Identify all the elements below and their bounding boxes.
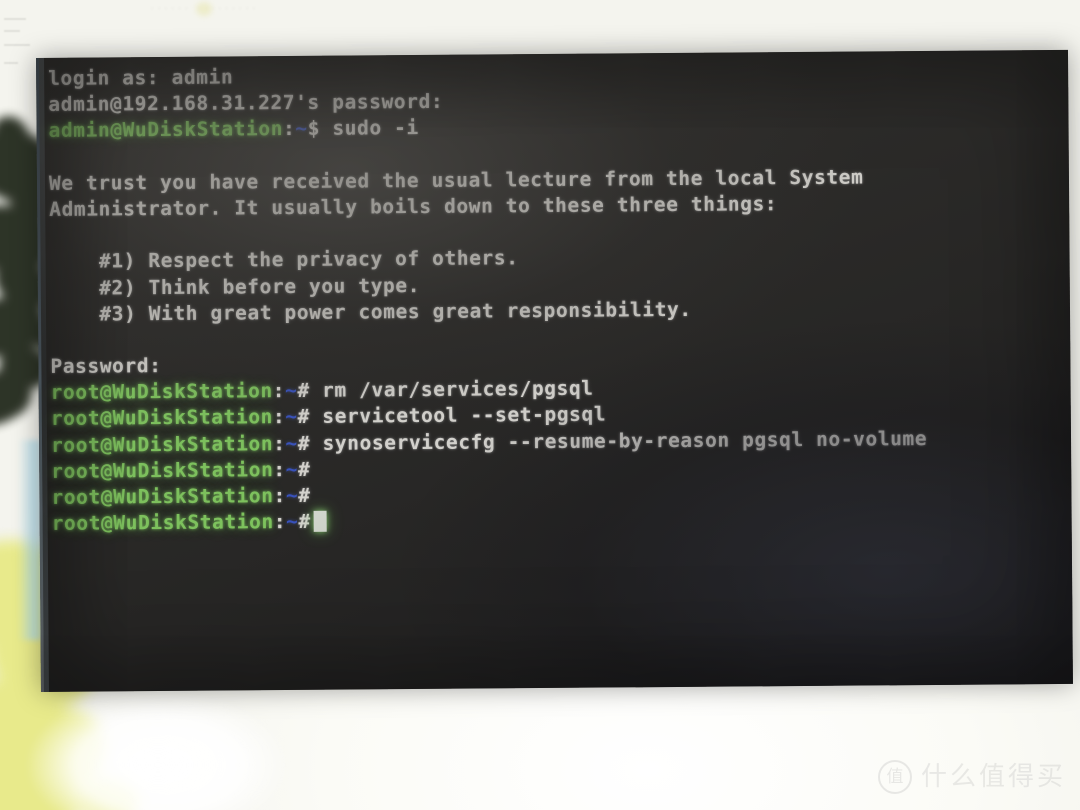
shell-command: servicetool --set-pgsql [309,402,607,429]
titlebar-bleed-text: ······ ········· [150,0,259,15]
prompt-cwd-tilde: ~ [285,457,299,481]
prompt-sigil: # [297,431,311,455]
prompt-sigil: # [297,405,311,429]
prompt-sigil: $ [307,117,321,141]
shell-prompt: root@WuDiskStation [51,510,274,536]
shell-command: synoservicecfg --resume-by-reason pgsql … [310,426,928,455]
shell-prompt: root@WuDiskStation [50,379,273,405]
prompt-sigil: # [297,379,310,403]
prompt-sigil: # [298,510,311,534]
light-halo [28,690,288,810]
site-watermark: 值 什么值得买 [877,760,1066,794]
prompt-separator: : [273,484,287,508]
shell-command: sudo -i [319,116,419,141]
terminal-text: We trust you have received the usual lec… [48,165,864,195]
shell-command: rm /var/services/pgsql [309,376,594,403]
terminal-text: #2) Think before you type. [49,273,421,300]
terminal-text: Password: [50,354,162,378]
prompt-separator: : [282,117,296,141]
shell-prompt: admin@WuDiskStation [48,117,284,143]
text-cursor [313,510,327,533]
prompt-separator: : [273,431,286,455]
prompt-separator: : [272,379,286,403]
terminal-window[interactable]: login as: admin admin@192.168.31.227's pa… [36,49,1073,692]
watermark-badge-icon: 值 [877,760,912,794]
prompt-cwd-tilde: ~ [285,431,298,455]
prompt-separator: : [272,405,286,429]
watermark-label: 什么值得买 [920,762,1066,792]
prompt-cwd-tilde: ~ [285,405,298,429]
prompt-cwd-tilde: ~ [284,379,298,403]
prompt-cwd-tilde: ~ [286,510,299,534]
terminal-output[interactable]: login as: admin admin@192.168.31.227's pa… [48,58,1066,537]
shell-prompt: root@WuDiskStation [50,431,274,457]
prompt-cwd-tilde: ~ [295,117,308,141]
titlebar-highlight [196,2,212,16]
prompt-separator: : [273,457,286,481]
shell-prompt: root@WuDiskStation [51,457,274,483]
terminal-text: #3) With great power comes great respons… [49,297,692,326]
prompt-sigil: # [298,483,311,507]
prompt-sigil: # [297,457,311,481]
terminal-text: #1) Respect the privacy of others. [49,246,519,274]
terminal-text: Administrator. It usually boils down to … [49,192,778,221]
prompt-cwd-tilde: ~ [285,483,299,508]
shell-prompt: root@WuDiskStation [50,405,274,431]
terminal-text: admin@192.168.31.227's password: [48,89,444,117]
terminal-text: login as: admin [48,65,234,90]
prompt-separator: : [273,510,287,534]
shell-prompt: root@WuDiskStation [51,484,274,509]
